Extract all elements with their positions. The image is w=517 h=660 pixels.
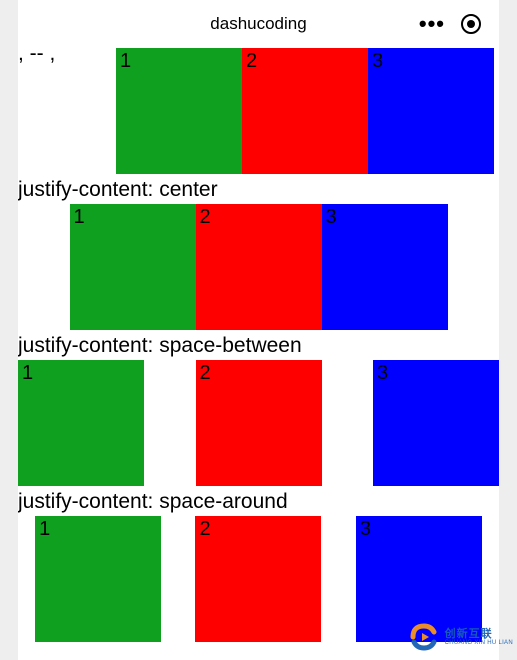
box-1: 1: [70, 204, 196, 330]
target-icon[interactable]: [461, 14, 481, 34]
flex-row-end: 1 2 3: [18, 48, 499, 174]
section-label-center: justify-content: center: [18, 178, 499, 202]
watermark-logo-icon: [407, 620, 441, 654]
more-icon[interactable]: •••: [419, 13, 445, 35]
page-title: dashucoding: [210, 14, 306, 34]
box-1: 1: [35, 516, 161, 642]
box-3: 3: [373, 360, 499, 486]
box-3: 3: [368, 48, 494, 174]
section-flex-end: 1 2 3: [18, 48, 499, 174]
flex-row-between: 1 2 3: [18, 360, 499, 486]
box-2: 2: [242, 48, 368, 174]
box-1: 1: [18, 360, 144, 486]
section-label-between: justify-content: space-between: [18, 334, 499, 358]
watermark-text: 创新互联 CHUANG XIN HU LIAN: [445, 629, 513, 646]
watermark-cn: 创新互联: [445, 629, 513, 640]
box-2: 2: [196, 360, 322, 486]
box-2: 2: [195, 516, 321, 642]
watermark: 创新互联 CHUANG XIN HU LIAN: [407, 620, 513, 654]
section-label-partial: , -- ,: [18, 42, 55, 66]
flex-row-center: 1 2 3: [18, 204, 499, 330]
phone-frame: dashucoding ••• , -- , 1 2 3 justify-con…: [18, 0, 499, 660]
box-3: 3: [322, 204, 448, 330]
status-icons: •••: [419, 0, 481, 48]
watermark-en: CHUANG XIN HU LIAN: [445, 640, 513, 646]
box-1: 1: [116, 48, 242, 174]
section-label-around: justify-content: space-around: [18, 490, 499, 514]
content-area: , -- , 1 2 3 justify-content: center 1 2…: [18, 48, 499, 642]
status-bar: dashucoding •••: [18, 0, 499, 48]
box-2: 2: [196, 204, 322, 330]
